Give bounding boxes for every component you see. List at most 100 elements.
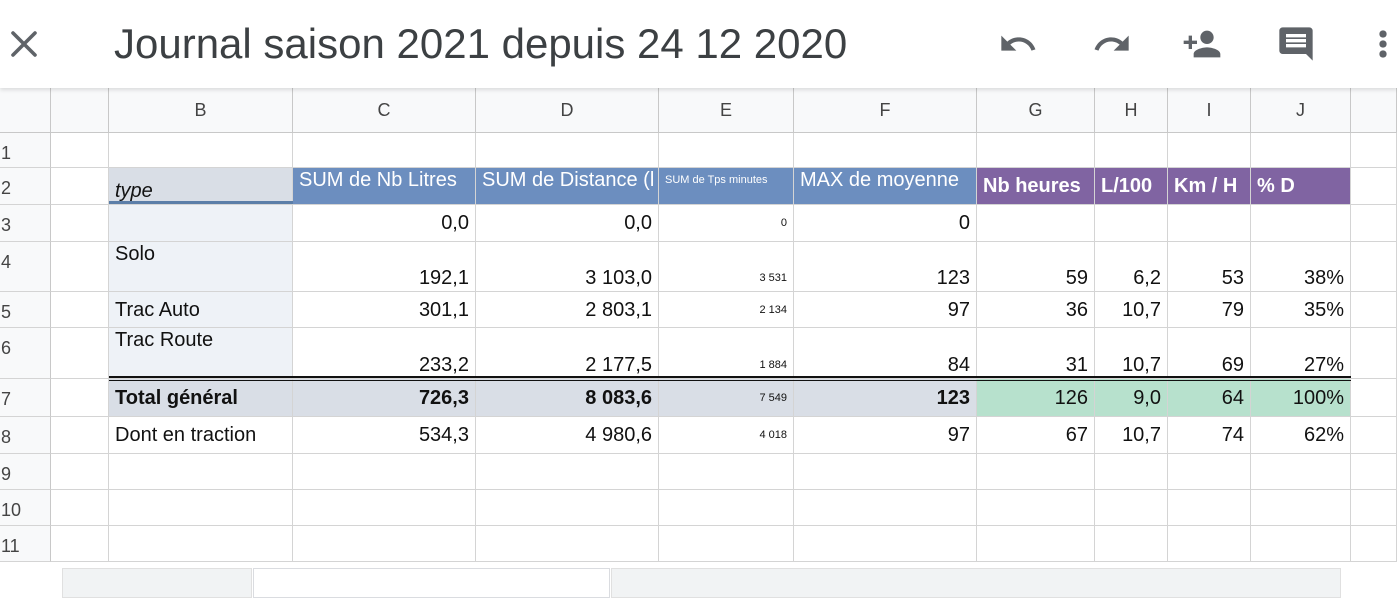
grid-cell[interactable]: [109, 454, 293, 490]
column-header-i[interactable]: I: [1168, 88, 1251, 133]
sheet-tab-active[interactable]: [253, 568, 610, 598]
grid-cell[interactable]: [1351, 133, 1397, 168]
redo-icon[interactable]: [1090, 24, 1134, 64]
value-cell[interactable]: 0: [794, 205, 977, 242]
value-cell[interactable]: 4 980,6: [476, 417, 659, 454]
grid-cell[interactable]: [51, 133, 109, 168]
value-cell[interactable]: 0,0: [476, 205, 659, 242]
grid-cell[interactable]: [1351, 205, 1397, 242]
value-cell[interactable]: 97: [794, 417, 977, 454]
value-cell[interactable]: 7 549: [659, 379, 794, 417]
row-header-6[interactable]: 6: [0, 328, 51, 379]
value-cell[interactable]: 6,2: [1095, 242, 1168, 292]
grid-cell[interactable]: [794, 490, 977, 526]
row-header-7[interactable]: 7: [0, 379, 51, 417]
pivot-header-i[interactable]: Km / H: [1168, 168, 1251, 205]
grid-cell[interactable]: [659, 490, 794, 526]
grid-cell[interactable]: [1351, 168, 1397, 205]
grid-cell[interactable]: [1251, 526, 1351, 562]
row-header-11[interactable]: 11: [0, 526, 51, 562]
grid-cell[interactable]: [977, 454, 1095, 490]
value-cell[interactable]: 84: [794, 328, 977, 379]
value-cell[interactable]: 38%: [1251, 242, 1351, 292]
sheet-tab[interactable]: [62, 568, 252, 598]
grid-cell[interactable]: [977, 490, 1095, 526]
grid-cell[interactable]: [977, 133, 1095, 168]
value-cell[interactable]: 36: [977, 292, 1095, 328]
grid-cell[interactable]: [659, 526, 794, 562]
close-icon[interactable]: [6, 26, 42, 62]
add-person-icon[interactable]: [1180, 24, 1224, 64]
sheet-tab[interactable]: [611, 568, 1341, 598]
pivot-header-e[interactable]: SUM de Tps minutes: [659, 168, 794, 205]
column-header-h[interactable]: H: [1095, 88, 1168, 133]
column-header-c[interactable]: C: [293, 88, 476, 133]
grid-cell[interactable]: [794, 454, 977, 490]
value-cell[interactable]: 1 884: [659, 328, 794, 379]
value-cell[interactable]: 126: [977, 379, 1095, 417]
row-header-1[interactable]: 1: [0, 133, 51, 168]
pivot-header-d[interactable]: SUM de Distance (l: [476, 168, 659, 205]
value-cell[interactable]: 301,1: [293, 292, 476, 328]
grid-cell[interactable]: [1095, 490, 1168, 526]
grid-cell[interactable]: [1351, 454, 1397, 490]
grid-cell[interactable]: [1168, 133, 1251, 168]
grid-cell[interactable]: [476, 454, 659, 490]
grid-cell[interactable]: [1351, 526, 1397, 562]
grid-cell[interactable]: [1095, 454, 1168, 490]
row-label-cell[interactable]: Dont en traction: [109, 417, 293, 454]
grid-cell[interactable]: [51, 168, 109, 205]
value-cell[interactable]: 100%: [1251, 379, 1351, 417]
value-cell[interactable]: [1095, 205, 1168, 242]
value-cell[interactable]: 27%: [1251, 328, 1351, 379]
grid-cell[interactable]: [51, 242, 109, 292]
value-cell[interactable]: 8 083,6: [476, 379, 659, 417]
more-vert-icon[interactable]: [1368, 24, 1397, 64]
value-cell[interactable]: 53: [1168, 242, 1251, 292]
grid-cell[interactable]: [1351, 328, 1397, 379]
row-header-2[interactable]: 2: [0, 168, 51, 205]
grid-cell[interactable]: [1168, 490, 1251, 526]
value-cell[interactable]: 74: [1168, 417, 1251, 454]
column-header-d[interactable]: D: [476, 88, 659, 133]
column-header-e[interactable]: E: [659, 88, 794, 133]
value-cell[interactable]: 2 134: [659, 292, 794, 328]
value-cell[interactable]: 10,7: [1095, 417, 1168, 454]
grid-cell[interactable]: [1351, 417, 1397, 454]
value-cell[interactable]: 9,0: [1095, 379, 1168, 417]
grid-cell[interactable]: [293, 526, 476, 562]
row-header-9[interactable]: 9: [0, 454, 51, 490]
grid-cell[interactable]: [51, 379, 109, 417]
grid-cell[interactable]: [1351, 379, 1397, 417]
grid-cell[interactable]: [1095, 526, 1168, 562]
row-label-cell[interactable]: Total général: [109, 379, 293, 417]
column-header[interactable]: [51, 88, 109, 133]
grid-cell[interactable]: [293, 490, 476, 526]
undo-icon[interactable]: [996, 24, 1040, 64]
value-cell[interactable]: 59: [977, 242, 1095, 292]
row-header-4[interactable]: 4: [0, 242, 51, 292]
grid-cell[interactable]: [51, 417, 109, 454]
value-cell[interactable]: 31: [977, 328, 1095, 379]
value-cell[interactable]: [1251, 205, 1351, 242]
value-cell[interactable]: 123: [794, 242, 977, 292]
grid-cell[interactable]: [794, 526, 977, 562]
value-cell[interactable]: 534,3: [293, 417, 476, 454]
grid-cell[interactable]: [1351, 292, 1397, 328]
row-label-cell[interactable]: Solo: [109, 242, 293, 292]
grid-cell[interactable]: [476, 490, 659, 526]
value-cell[interactable]: 726,3: [293, 379, 476, 417]
value-cell[interactable]: 0: [659, 205, 794, 242]
value-cell[interactable]: 4 018: [659, 417, 794, 454]
pivot-header-g[interactable]: Nb heures: [977, 168, 1095, 205]
value-cell[interactable]: 10,7: [1095, 328, 1168, 379]
grid-cell[interactable]: [51, 205, 109, 242]
grid-cell[interactable]: [293, 454, 476, 490]
grid-cell[interactable]: [476, 526, 659, 562]
grid-cell[interactable]: [51, 328, 109, 379]
value-cell[interactable]: 2 177,5: [476, 328, 659, 379]
grid-cell[interactable]: [1251, 490, 1351, 526]
value-cell[interactable]: [1168, 205, 1251, 242]
value-cell[interactable]: 35%: [1251, 292, 1351, 328]
grid-cell[interactable]: [1168, 526, 1251, 562]
